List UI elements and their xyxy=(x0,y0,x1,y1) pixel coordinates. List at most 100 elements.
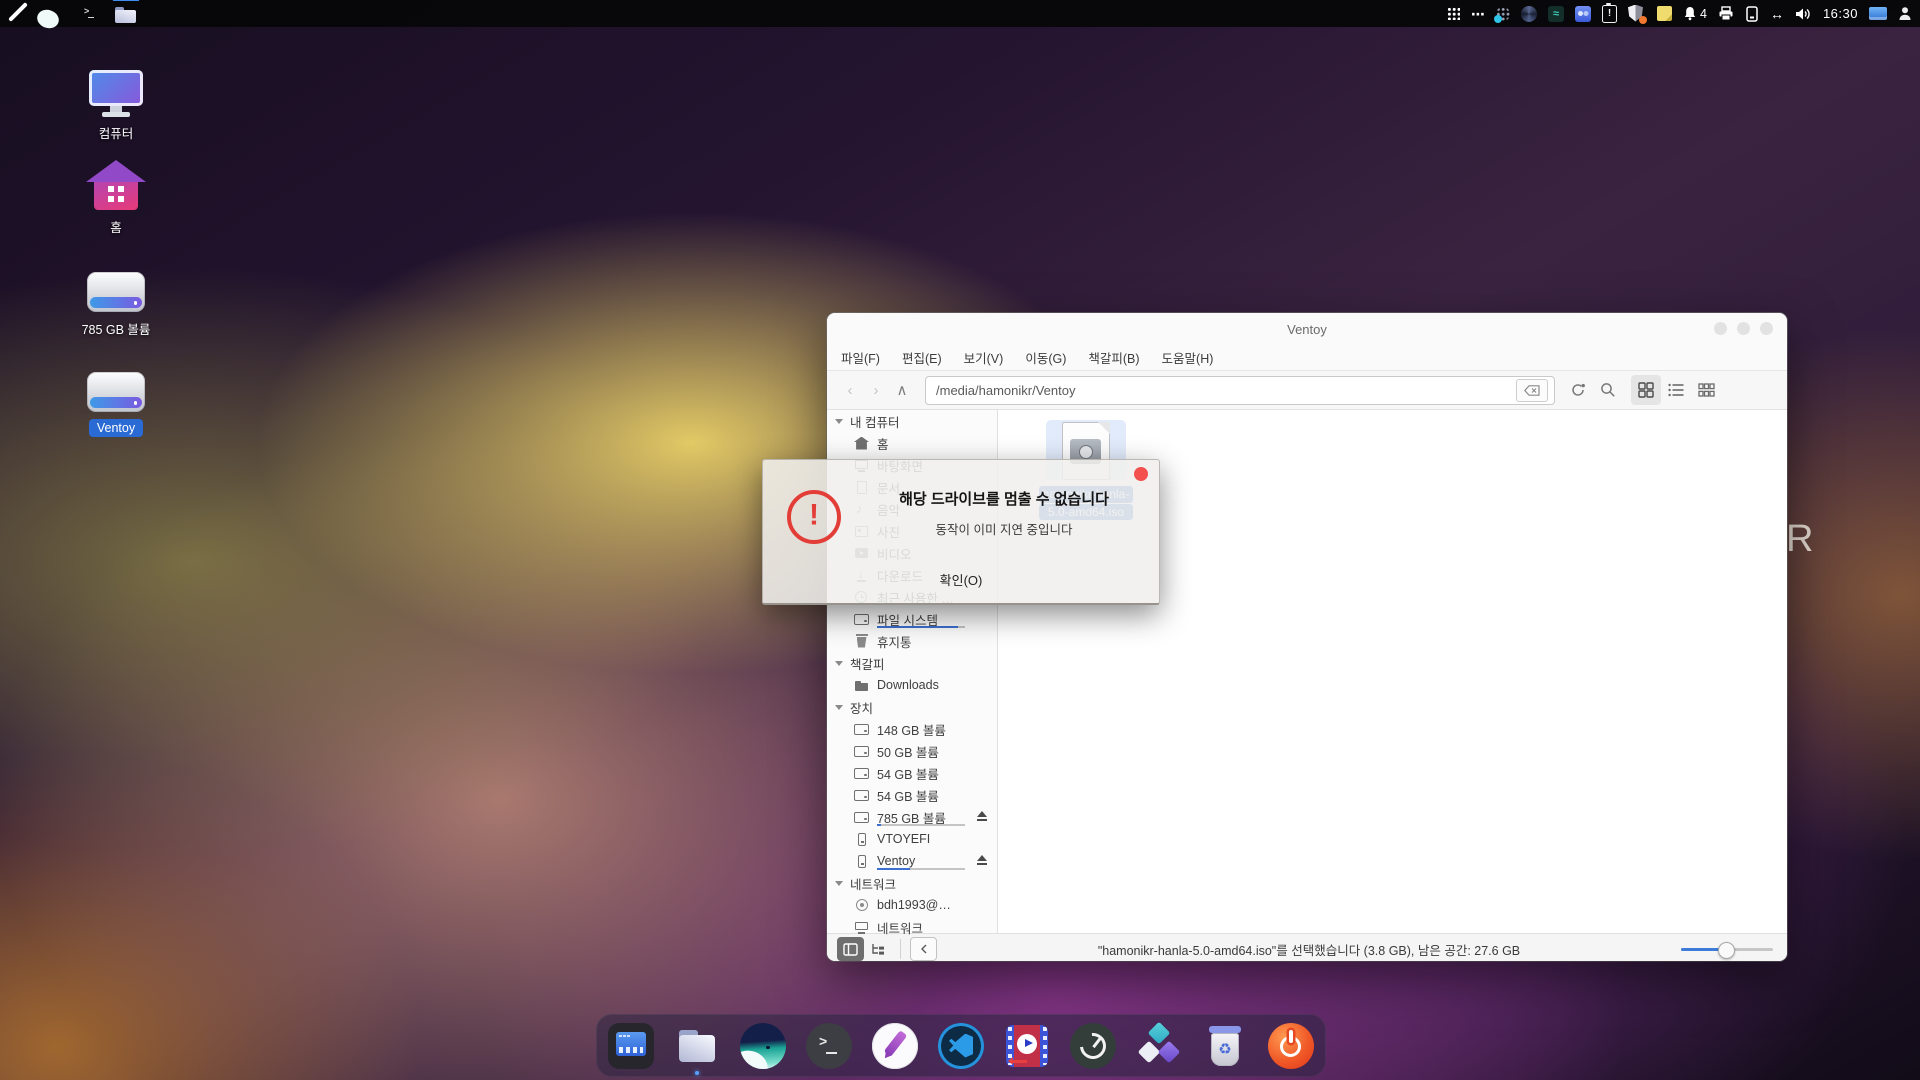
back-button[interactable]: ‹ xyxy=(837,382,863,399)
sidebar-section-my-computer[interactable]: 내 컴퓨터 xyxy=(827,410,997,432)
security-shield-icon[interactable] xyxy=(1628,5,1646,23)
menu-view[interactable]: 보기(V) xyxy=(964,348,1004,367)
hide-sidebar-button[interactable] xyxy=(910,937,937,961)
home-icon xyxy=(854,436,869,451)
desktop-icon-home[interactable]: 홈 xyxy=(66,160,166,236)
sticky-notes-icon[interactable] xyxy=(1657,6,1672,21)
dock-package-builder-icon[interactable] xyxy=(1136,1023,1182,1069)
printer-icon[interactable] xyxy=(1718,6,1734,21)
terminal-icon[interactable] xyxy=(78,2,102,26)
blue-app-icon[interactable] xyxy=(1575,6,1591,22)
sidebar-section-devices[interactable]: 장치 xyxy=(827,696,997,718)
path-bar[interactable]: /media/hamonikr/Ventoy xyxy=(925,376,1555,405)
system-tray: ⋯ ≈ ! 4 ↔ 16:30 xyxy=(1447,0,1920,27)
sidebar-section-network[interactable]: 네트워크 xyxy=(827,872,997,894)
sidebar-item-home[interactable]: 홈 xyxy=(827,432,997,454)
compact-view-button[interactable] xyxy=(1691,375,1721,405)
tray-overflow-icon[interactable]: ⋯ xyxy=(1471,9,1485,19)
active-app-indicator xyxy=(113,0,139,1)
titlebar[interactable]: Ventoy xyxy=(827,313,1787,345)
notifications-icon[interactable]: 4 xyxy=(1683,6,1707,21)
dock-files-icon[interactable] xyxy=(674,1023,720,1069)
sidebar-item-785gb-volume[interactable]: 785 GB 볼륨 xyxy=(827,806,997,828)
app-grid-icon[interactable] xyxy=(1447,7,1460,20)
sidebar-item-54gb-volume-a[interactable]: 54 GB 볼륨 xyxy=(827,762,997,784)
close-button[interactable] xyxy=(1760,322,1773,335)
zoom-slider[interactable] xyxy=(1681,941,1773,957)
menu-edit[interactable]: 편집(E) xyxy=(902,348,942,367)
menu-help[interactable]: 도움말(H) xyxy=(1162,348,1214,367)
menubar: 파일(F) 편집(E) 보기(V) 이동(G) 책갈피(B) 도움말(H) xyxy=(827,345,1787,371)
dock-terminal-icon[interactable] xyxy=(806,1023,852,1069)
desktop-icon-label: 홈 xyxy=(110,217,122,236)
places-pane-toggle[interactable] xyxy=(837,937,864,961)
warning-icon xyxy=(787,490,841,544)
hamonikr-menu-icon[interactable] xyxy=(6,2,30,26)
files-icon[interactable] xyxy=(114,2,138,26)
search-button[interactable] xyxy=(1593,375,1623,405)
whale-browser-icon[interactable] xyxy=(42,2,66,26)
menu-bookmarks[interactable]: 책갈피(B) xyxy=(1088,348,1139,367)
clear-path-button[interactable] xyxy=(1516,379,1548,402)
list-view-button[interactable] xyxy=(1661,375,1691,405)
trash-icon xyxy=(854,634,869,649)
sidebar-item-vtoyefi[interactable]: VTOYEFI xyxy=(827,828,997,850)
sidebar-item-bdh1993[interactable]: bdh1993@… xyxy=(827,894,997,916)
drive-icon xyxy=(854,744,869,759)
refresh-button[interactable] xyxy=(1563,375,1593,405)
fcitx-swirl-icon[interactable] xyxy=(1521,6,1537,22)
dock-trash-icon[interactable]: ♻ xyxy=(1202,1023,1248,1069)
sidebar-item-trash[interactable]: 휴지통 xyxy=(827,630,997,652)
dock-video-player-icon[interactable] xyxy=(1006,1025,1048,1067)
eject-icon[interactable] xyxy=(976,855,988,866)
home-icon xyxy=(88,160,144,210)
window-title: Ventoy xyxy=(1287,322,1327,337)
sidebar-item-ventoy[interactable]: Ventoy xyxy=(827,850,997,872)
maximize-button[interactable] xyxy=(1737,322,1750,335)
dock-text-editor-icon[interactable] xyxy=(872,1023,918,1069)
wifi-icon xyxy=(854,898,869,913)
menu-go[interactable]: 이동(G) xyxy=(1025,348,1066,367)
menu-file[interactable]: 파일(F) xyxy=(841,348,880,367)
sidebar-item-filesystem[interactable]: 파일 시스템 xyxy=(827,608,997,630)
user-icon[interactable] xyxy=(1898,6,1912,21)
removable-media-icon[interactable] xyxy=(1745,6,1759,22)
disk-usage-bar xyxy=(877,868,965,870)
minimize-button[interactable] xyxy=(1714,322,1727,335)
status-text: "hamonikr-hanla-5.0-amd64.iso"를 선택했습니다 (… xyxy=(937,940,1681,959)
dock-timeshift-icon[interactable] xyxy=(1070,1023,1116,1069)
network-link-icon[interactable]: ↔ xyxy=(1770,6,1784,22)
sidebar-section-bookmarks[interactable]: 책갈피 xyxy=(827,652,997,674)
tree-pane-toggle[interactable] xyxy=(864,937,891,961)
sidebar-item-148gb-volume[interactable]: 148 GB 볼륨 xyxy=(827,718,997,740)
desktop-icon-785gb-volume[interactable]: 785 GB 볼륨 xyxy=(66,272,166,338)
loading-indicator-icon[interactable] xyxy=(1496,7,1510,21)
dock-power-icon[interactable] xyxy=(1268,1023,1314,1069)
nimf-input-icon[interactable]: ≈ xyxy=(1548,6,1564,22)
sidebar-item-downloads-bookmark[interactable]: Downloads xyxy=(827,674,997,696)
icon-view-button[interactable] xyxy=(1631,375,1661,405)
volume-icon[interactable] xyxy=(1795,7,1812,21)
disk-usage-bar xyxy=(877,626,965,628)
display-icon[interactable] xyxy=(1869,7,1887,20)
desktop-icon-ventoy[interactable]: Ventoy xyxy=(66,372,166,437)
forward-button[interactable]: › xyxy=(863,382,889,399)
path-text: /media/hamonikr/Ventoy xyxy=(936,383,1075,398)
dialog-close-button[interactable] xyxy=(1134,467,1148,481)
dock-vscode-icon[interactable] xyxy=(938,1023,984,1069)
ok-button[interactable]: 확인(O) xyxy=(914,566,1009,593)
zoom-slider-knob[interactable] xyxy=(1718,942,1735,959)
sidebar-item-50gb-volume[interactable]: 50 GB 볼륨 xyxy=(827,740,997,762)
eject-icon[interactable] xyxy=(976,811,988,822)
panel-launchers xyxy=(0,0,138,27)
up-button[interactable]: ∧ xyxy=(889,381,915,399)
clipboard-alert-icon[interactable]: ! xyxy=(1602,5,1617,23)
sidebar-item-54gb-volume-b[interactable]: 54 GB 볼륨 xyxy=(827,784,997,806)
desktop-icon-computer[interactable]: 컴퓨터 xyxy=(66,70,166,142)
sidebar-item-network[interactable]: 네트워크 xyxy=(827,916,997,938)
clock[interactable]: 16:30 xyxy=(1823,6,1858,21)
drive-icon xyxy=(87,372,145,412)
dock-app-launcher-icon[interactable] xyxy=(608,1023,654,1069)
dock-whale-browser-icon[interactable] xyxy=(740,1023,786,1069)
desktop-icon-label: 785 GB 볼륨 xyxy=(82,319,151,338)
